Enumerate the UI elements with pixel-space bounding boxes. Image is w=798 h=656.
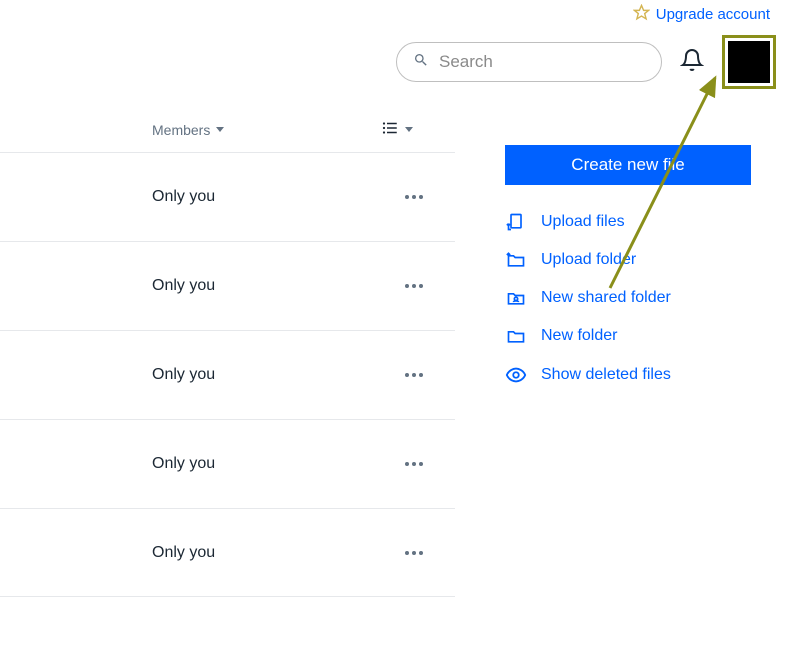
create-new-file-button[interactable]: Create new file <box>505 145 751 185</box>
account-avatar[interactable] <box>722 35 776 89</box>
table-row[interactable]: Only you <box>0 508 455 597</box>
new-shared-folder-action[interactable]: New shared folder <box>505 279 798 317</box>
search-icon <box>413 52 429 73</box>
avatar-image <box>728 41 770 83</box>
row-actions-button[interactable] <box>397 187 431 207</box>
table-row[interactable]: Only you <box>0 330 455 419</box>
actions-panel: Create new file Upload files Upload fold… <box>455 119 798 597</box>
view-options-button[interactable] <box>381 119 413 140</box>
members-column-header[interactable]: Members <box>152 122 224 138</box>
shared-folder-icon <box>505 288 527 308</box>
show-deleted-files-label: Show deleted files <box>541 366 671 384</box>
search-input[interactable] <box>439 52 645 72</box>
list-icon <box>381 119 399 140</box>
row-actions-button[interactable] <box>397 276 431 296</box>
upgrade-account-label: Upgrade account <box>656 6 770 23</box>
row-members-text: Only you <box>152 366 215 384</box>
show-deleted-files-action[interactable]: Show deleted files <box>505 355 798 395</box>
row-actions-button[interactable] <box>397 454 431 474</box>
upload-folder-label: Upload folder <box>541 251 636 269</box>
ellipsis-icon <box>405 551 423 555</box>
ellipsis-icon <box>405 462 423 466</box>
chevron-down-icon <box>405 127 413 132</box>
row-members-text: Only you <box>152 455 215 473</box>
search-input-container[interactable] <box>396 42 662 82</box>
row-members-text: Only you <box>152 544 215 562</box>
row-actions-button[interactable] <box>397 365 431 385</box>
new-folder-label: New folder <box>541 327 617 345</box>
file-list: Members Only you Only you <box>0 119 455 597</box>
ellipsis-icon <box>405 195 423 199</box>
upload-folder-icon <box>505 250 527 270</box>
table-row[interactable]: Only you <box>0 241 455 330</box>
new-shared-folder-label: New shared folder <box>541 289 671 307</box>
chevron-down-icon <box>216 127 224 132</box>
upload-folder-action[interactable]: Upload folder <box>505 241 798 279</box>
members-header-label: Members <box>152 122 210 138</box>
upload-files-action[interactable]: Upload files <box>505 203 798 241</box>
star-icon <box>633 4 650 25</box>
folder-icon <box>505 326 527 346</box>
table-row[interactable]: Only you <box>0 419 455 508</box>
upload-file-icon <box>505 212 527 232</box>
table-row[interactable]: Only you <box>0 152 455 241</box>
row-actions-button[interactable] <box>397 543 431 563</box>
upgrade-account-link[interactable]: Upgrade account <box>633 4 770 25</box>
upload-files-label: Upload files <box>541 213 625 231</box>
ellipsis-icon <box>405 373 423 377</box>
row-members-text: Only you <box>152 277 215 295</box>
new-folder-action[interactable]: New folder <box>505 317 798 355</box>
eye-icon <box>505 364 527 386</box>
ellipsis-icon <box>405 284 423 288</box>
row-members-text: Only you <box>152 188 215 206</box>
notifications-button[interactable] <box>680 48 704 77</box>
